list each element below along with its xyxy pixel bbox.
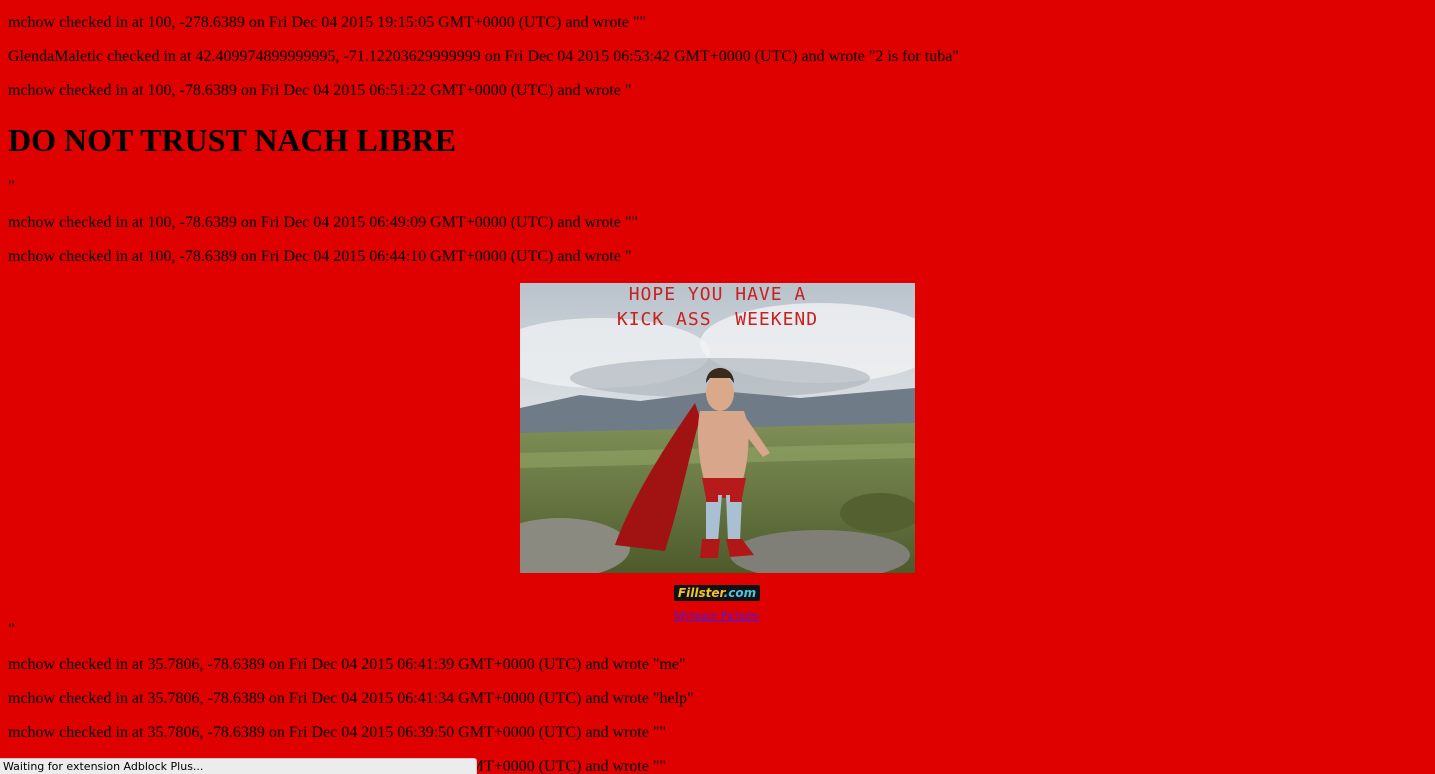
entry-quote-close: " <box>8 621 15 638</box>
entry-quote-close: " <box>8 178 15 195</box>
meme-image[interactable]: HOPE YOU HAVE A KICK ASS WEEKEND <box>520 283 915 573</box>
checkin-entry: mchow checked in at 35.7806, -78.6389 on… <box>8 656 686 673</box>
checkin-entry: mchow checked in at 35.7806, -78.6389 on… <box>8 724 666 741</box>
fillster-badge[interactable]: Fillster.com <box>674 585 760 601</box>
checkin-entry: mchow checked in at 100, -78.6389 on Fri… <box>8 214 638 231</box>
checkin-entry: mchow checked in at 100, -78.6389 on Fri… <box>8 248 632 265</box>
checkin-entry: mchow checked in at 35.7806, -78.6389 on… <box>8 690 694 707</box>
checkin-entry: mchow checked in at 100, -78.6389 on Fri… <box>8 82 632 99</box>
meme-caption-line2: KICK ASS WEEKEND <box>616 309 819 330</box>
entry-heading: DO NOT TRUST NACH LIBRE <box>8 122 457 158</box>
myspace-pictures-link[interactable]: Myspace Pictures <box>674 608 759 622</box>
meme-caption-line1: HOPE YOU HAVE A <box>628 284 807 305</box>
browser-status-bar: Waiting for extension Adblock Plus... <box>0 758 477 774</box>
page: mchow checked in at 100, -278.6389 on Fr… <box>0 0 1435 774</box>
checkin-entry: GlendaMaletic checked in at 42.409974899… <box>8 48 959 65</box>
checkin-entry: mchow checked in at 100, -278.6389 on Fr… <box>8 14 646 31</box>
badge-domain: .com <box>723 586 757 600</box>
badge-brand: Fillster <box>677 586 724 600</box>
